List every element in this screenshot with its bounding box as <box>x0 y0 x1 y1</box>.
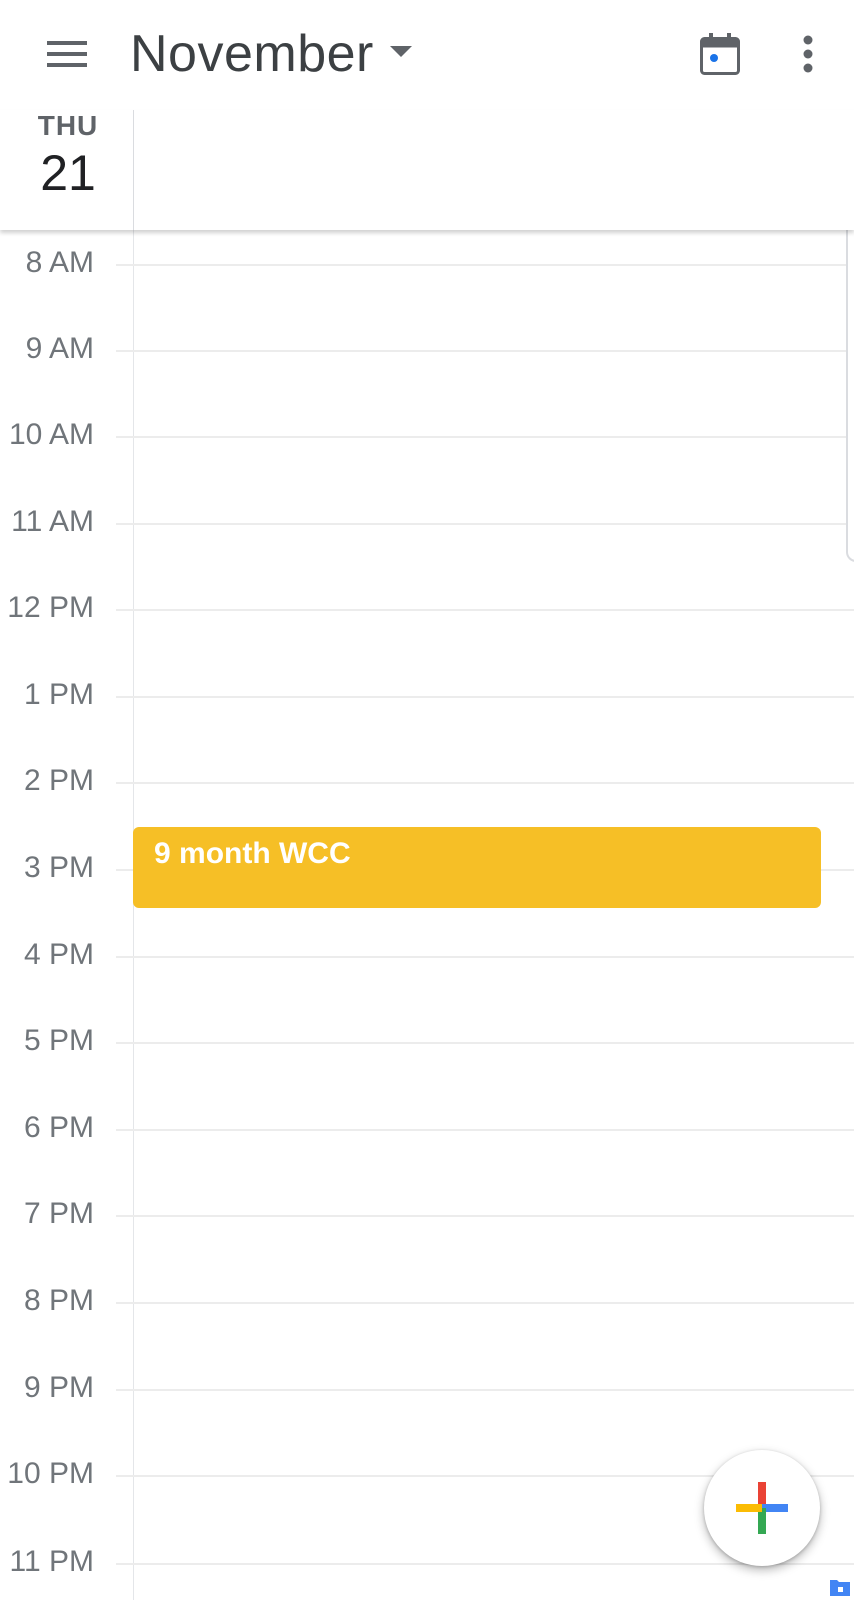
plus-icon <box>736 1482 788 1534</box>
month-selector[interactable]: November <box>130 18 412 90</box>
side-panel-handle[interactable] <box>846 218 854 562</box>
hour-row: 9 PM <box>0 1371 854 1404</box>
hour-label: 7 PM <box>23 1197 94 1230</box>
hour-label: 1 PM <box>23 678 94 711</box>
day-of-month[interactable]: 21 <box>28 144 108 202</box>
top-app-bar: November <box>0 0 854 110</box>
hour-gridline <box>116 609 854 611</box>
hour-gridline <box>116 1302 854 1304</box>
event-title: 9 month WCC <box>154 837 351 870</box>
day-of-week: THU <box>37 110 99 141</box>
hour-row: 8 AM <box>0 246 854 279</box>
hour-label: 10 AM <box>8 418 94 451</box>
hour-label: 3 PM <box>23 851 94 884</box>
hour-label: 11 AM <box>11 505 94 538</box>
hour-row: 6 PM <box>0 1111 854 1144</box>
today-button[interactable] <box>690 24 750 84</box>
hour-gridline <box>116 1042 854 1044</box>
hour-gridline <box>116 782 854 784</box>
hour-gridline <box>116 1215 854 1217</box>
hour-row: 7 PM <box>0 1197 854 1230</box>
hour-label: 11 PM <box>9 1545 94 1578</box>
caret-down-icon <box>389 41 412 63</box>
hour-gridline <box>116 696 854 698</box>
event-chip[interactable]: 9 month WCC <box>133 827 821 908</box>
hour-row: 5 PM <box>0 1024 854 1057</box>
hour-label: 12 PM <box>7 591 94 624</box>
hour-label: 9 AM <box>25 332 94 365</box>
hour-label: 5 PM <box>23 1024 94 1057</box>
hour-label: 4 PM <box>23 938 94 971</box>
hour-label: 6 PM <box>23 1111 94 1144</box>
hour-gridline <box>116 1129 854 1131</box>
hour-gridline <box>116 1563 854 1565</box>
hour-gridline <box>116 523 854 525</box>
hour-gridline <box>116 1389 854 1391</box>
hour-row: 11 PM <box>0 1545 854 1578</box>
hour-row: 9 AM <box>0 332 854 365</box>
hour-row: 1 PM <box>0 678 854 711</box>
more-vert-icon <box>803 35 813 73</box>
day-header: THU 21 <box>0 110 854 230</box>
more-options-button[interactable] <box>780 24 836 84</box>
divider <box>133 110 134 230</box>
calendar-today-icon <box>700 33 740 75</box>
hour-label: 8 PM <box>23 1284 94 1317</box>
hour-label: 8 AM <box>25 246 94 279</box>
hour-label: 9 PM <box>23 1371 94 1404</box>
hour-label: 2 PM <box>23 764 94 797</box>
hour-gridline <box>116 264 854 266</box>
hour-gridline <box>116 956 854 958</box>
hour-gridline <box>116 436 854 438</box>
hour-row: 4 PM <box>0 938 854 971</box>
hamburger-menu-icon <box>47 41 87 67</box>
month-title: November <box>130 25 374 83</box>
hour-row: 2 PM <box>0 764 854 797</box>
create-event-button[interactable] <box>704 1450 820 1566</box>
hour-row: 12 PM <box>0 591 854 624</box>
main-menu-button[interactable] <box>40 27 94 81</box>
calendar-app: November THU 21 8 AM 9 AM 10 AM 11 AM 12… <box>0 0 854 1600</box>
hour-label: 10 PM <box>7 1457 94 1490</box>
hour-gridline <box>116 350 854 352</box>
hour-row: 10 AM <box>0 418 854 451</box>
folder-lock-icon <box>828 1574 852 1598</box>
hour-grid[interactable]: 8 AM 9 AM 10 AM 11 AM 12 PM 1 PM 2 PM 3 <box>0 230 854 1600</box>
hour-row: 11 AM <box>0 505 854 538</box>
hour-row: 8 PM <box>0 1284 854 1317</box>
